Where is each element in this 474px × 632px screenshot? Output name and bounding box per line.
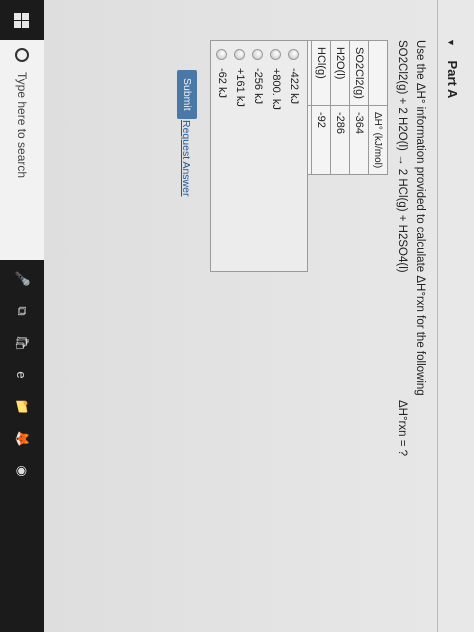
- windows-logo-icon: [14, 12, 30, 28]
- table-header-dh: ΔH° (kJ/mol): [368, 105, 388, 175]
- search-placeholder: Type here to search: [15, 72, 29, 179]
- answer-choices-box: -422 kJ +800. kJ -256 kJ +161 kJ -62 kJ: [210, 40, 308, 272]
- option-label: -62 kJ: [216, 68, 228, 98]
- collapse-caret-icon[interactable]: ▼: [446, 38, 456, 47]
- table-row: HCl(g) -92: [311, 40, 331, 175]
- option-label: -256 kJ: [252, 68, 264, 105]
- compound-cell: HCl(g): [311, 40, 331, 106]
- value-cell: -92: [311, 105, 331, 175]
- delta-h-rxn-prompt: ΔH°rxn = ?: [396, 400, 408, 457]
- table-row: H2O(l) -286: [330, 40, 350, 175]
- answer-option[interactable]: +161 kJ: [231, 49, 249, 271]
- microphone-icon[interactable]: 🎤: [13, 270, 31, 288]
- answer-option[interactable]: -62 kJ: [213, 49, 231, 271]
- divider: [437, 0, 438, 632]
- answer-option[interactable]: -422 kJ: [285, 49, 303, 271]
- table-row: SO2Cl2(g) -364: [349, 40, 369, 175]
- edge-browser-icon[interactable]: e: [13, 366, 31, 384]
- part-title: Part A: [445, 60, 460, 99]
- answer-option[interactable]: +800. kJ: [267, 49, 285, 271]
- cortana-circle-icon: [15, 48, 29, 62]
- windows-taskbar: Type here to search 🎤 ⧉ 🛍 e 📁 🦊 ◉: [0, 0, 44, 632]
- value-cell: -286: [330, 105, 350, 175]
- option-label: -422 kJ: [288, 68, 300, 105]
- task-view-icon[interactable]: ⧉: [13, 302, 31, 320]
- option-label: +161 kJ: [234, 68, 246, 107]
- rotated-screen: ▼ Part A Use the ΔH° information provide…: [0, 0, 474, 632]
- firefox-icon[interactable]: 🦊: [13, 430, 31, 448]
- radio-button[interactable]: [270, 49, 282, 60]
- request-answer-link[interactable]: Request Answer: [176, 120, 196, 196]
- submit-button[interactable]: Submit: [177, 70, 197, 119]
- question-page: ▼ Part A Use the ΔH° information provide…: [44, 0, 474, 632]
- part-header[interactable]: ▼ Part A: [445, 38, 460, 98]
- file-explorer-icon[interactable]: 📁: [13, 398, 31, 416]
- store-icon[interactable]: 🛍: [13, 334, 31, 352]
- taskbar-search[interactable]: Type here to search: [0, 40, 44, 260]
- answer-option[interactable]: -256 kJ: [249, 49, 267, 271]
- question-text: Use the ΔH° information provided to calc…: [414, 40, 426, 396]
- radio-button[interactable]: [252, 49, 264, 60]
- compound-cell: H2O(l): [330, 40, 350, 106]
- compound-cell: SO2Cl2(g): [349, 40, 369, 106]
- reaction-equation: SO2Cl2(g) + 2 H2O(l) → 2 HCl(g) + H2SO4(…: [396, 40, 408, 273]
- option-label: +800. kJ: [270, 68, 282, 110]
- taskbar-icons: 🎤 ⧉ 🛍 e 📁 🦊 ◉: [13, 270, 31, 480]
- table-header-empty: [368, 40, 388, 106]
- start-button[interactable]: [0, 0, 44, 40]
- chrome-icon[interactable]: ◉: [13, 462, 31, 480]
- radio-button[interactable]: [216, 49, 228, 60]
- screenshot: ▼ Part A Use the ΔH° information provide…: [0, 0, 474, 632]
- radio-button[interactable]: [288, 49, 300, 60]
- radio-button[interactable]: [234, 49, 246, 60]
- value-cell: -364: [349, 105, 369, 175]
